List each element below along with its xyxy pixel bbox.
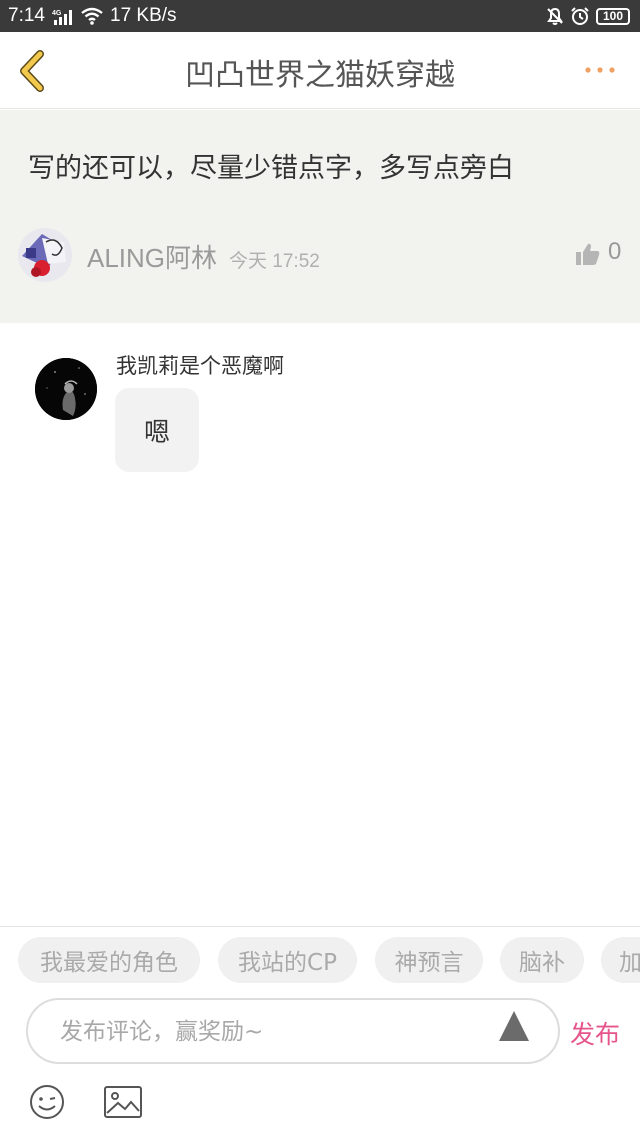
expand-toggle-button[interactable] — [496, 1009, 532, 1043]
more-dots-icon — [585, 67, 615, 73]
image-icon — [104, 1086, 142, 1118]
comment-input-box — [26, 998, 560, 1064]
wifi-icon — [80, 6, 104, 31]
status-bar: 7:14 4G 17 KB/s 100 — [0, 0, 640, 32]
bell-muted-icon — [545, 6, 565, 31]
reply-message-bubble: 嗯 — [115, 388, 199, 472]
triangle-up-icon — [499, 1011, 529, 1041]
like-count: 0 — [608, 238, 622, 265]
tag-chip[interactable]: 加 — [601, 937, 640, 983]
comment-input[interactable] — [60, 1017, 480, 1047]
tag-chip[interactable]: 我站的CP — [218, 937, 357, 983]
signal-icon: 4G — [52, 8, 76, 31]
more-options-button[interactable] — [578, 60, 622, 80]
nav-bar: 凹凸世界之猫妖穿越 — [0, 32, 640, 109]
chevron-left-icon — [20, 50, 44, 92]
page-title: 凹凸世界之猫妖穿越 — [185, 58, 455, 93]
original-comment: 写的还可以，尽量少错点字，多写点旁白 ALING阿林 今天 17:52 0 — [0, 110, 640, 323]
avatar[interactable] — [35, 358, 97, 420]
network-speed: 17 KB/s — [110, 5, 177, 26]
tag-chip[interactable]: 脑补 — [500, 937, 584, 983]
original-comment-time: 今天 17:52 — [229, 251, 320, 272]
image-button[interactable] — [103, 1085, 143, 1119]
original-comment-text: 写的还可以，尽量少错点字，多写点旁白 — [28, 153, 514, 184]
back-button[interactable] — [14, 48, 54, 94]
comment-detail-screen: 7:14 4G 17 KB/s 100 凹凸世界之猫妖穿越 写的还可以，尽量少错… — [0, 0, 640, 1138]
reply-message-text: 嗯 — [143, 417, 170, 448]
original-comment-username[interactable]: ALING阿林 — [87, 238, 217, 275]
thumbs-up-icon[interactable] — [575, 242, 601, 270]
avatar[interactable] — [18, 228, 72, 282]
status-time: 7:14 — [8, 5, 45, 26]
reply-username[interactable]: 我凯莉是个恶魔啊 — [116, 350, 284, 380]
svg-text:4G: 4G — [52, 10, 62, 17]
battery-indicator: 100 — [596, 8, 630, 25]
tag-chip[interactable]: 神预言 — [375, 937, 483, 983]
emoji-button[interactable] — [28, 1083, 66, 1121]
quick-tags-row: 我最爱的角色 我站的CP 神预言 脑补 加 — [0, 926, 640, 994]
smiley-icon — [30, 1085, 64, 1119]
alarm-clock-icon — [570, 6, 590, 31]
tag-chip[interactable]: 我最爱的角色 — [18, 937, 200, 983]
publish-button[interactable]: 发布 — [570, 1015, 620, 1051]
